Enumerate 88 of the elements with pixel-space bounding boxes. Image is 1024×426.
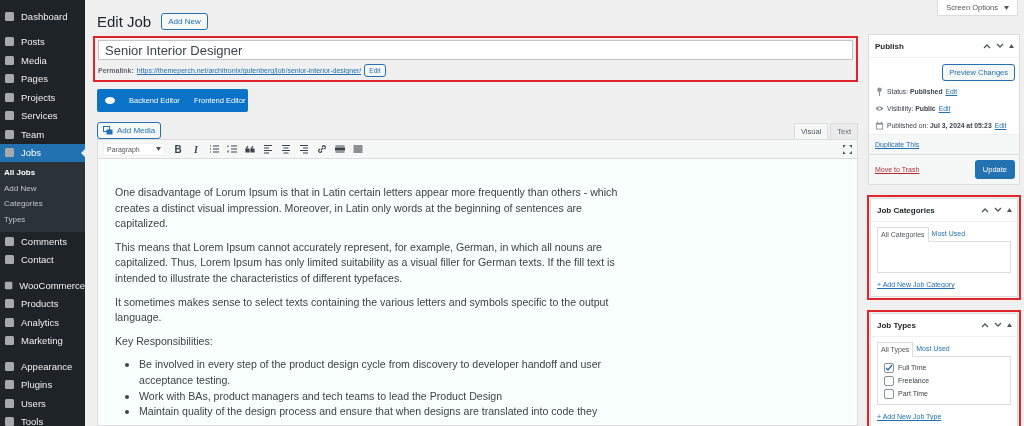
eye-icon	[875, 104, 884, 113]
sidebar-item[interactable]: Pages	[0, 69, 85, 88]
move-down-icon[interactable]	[994, 322, 1002, 328]
list-item: Work with BAs, product managers and tech teams to lead the Product Design	[139, 388, 503, 404]
collapse-icon[interactable]	[1007, 208, 1012, 212]
move-up-icon[interactable]	[981, 322, 989, 328]
move-up-icon[interactable]	[983, 43, 991, 49]
square-icon	[4, 147, 15, 159]
bold-button[interactable]: B	[173, 143, 183, 155]
checkbox[interactable]	[884, 375, 894, 386]
submenu-item[interactable]: Categories	[0, 196, 85, 212]
sidebar-item[interactable]: Plugins	[0, 375, 85, 394]
editor-content[interactable]	[97, 159, 858, 426]
sidebar-item[interactable]: Team	[0, 125, 85, 144]
square-icon	[4, 316, 15, 328]
square-icon	[4, 110, 15, 122]
fullscreen-icon[interactable]	[843, 144, 852, 154]
calendar-icon	[875, 121, 884, 130]
submenu-item[interactable]: Types	[0, 211, 85, 227]
cloud-icon	[105, 97, 115, 104]
sidebar-item[interactable]: Products	[0, 294, 85, 313]
submenu-item[interactable]: Add New	[0, 180, 85, 196]
sidebar-item[interactable]: Projects	[0, 88, 85, 107]
checkbox[interactable]	[884, 362, 894, 373]
square-icon	[4, 397, 15, 409]
add-media-button[interactable]: Add Media	[97, 122, 162, 139]
sidebar-item[interactable]: Users	[0, 394, 85, 413]
square-icon	[4, 235, 15, 247]
numbered-list-icon[interactable]	[227, 144, 237, 154]
sidebar-item[interactable]: Analytics	[0, 313, 85, 332]
square-icon	[4, 360, 15, 372]
square-icon	[4, 36, 15, 48]
sidebar-item[interactable]: Tools	[0, 412, 85, 426]
quote-icon[interactable]	[245, 144, 255, 154]
square-icon	[4, 379, 15, 391]
sidebar-item[interactable]: Marketing	[0, 331, 85, 350]
caret-icon	[156, 147, 161, 151]
bullet-list-icon[interactable]	[209, 144, 219, 154]
box-title: Job Types	[877, 320, 916, 330]
sidebar-item[interactable]: Comments	[0, 232, 85, 251]
add-new-button[interactable]: Add New	[161, 12, 208, 30]
sidebar-item[interactable]: Media	[0, 51, 85, 70]
collapse-icon[interactable]	[1009, 44, 1014, 48]
sidebar-item[interactable]: Jobs	[0, 143, 85, 162]
square-icon	[4, 91, 15, 103]
paragraph: One disadvantage of Lorum Ipsum is that in Latin certain letters appear more frequently than others - which creates a distinct visual impression. Moreover, in Latin only words at the beginning of sentences are capitalized.	[115, 185, 619, 232]
media-icon	[103, 126, 113, 135]
caret-icon	[1004, 5, 1009, 10]
align-left-icon[interactable]	[263, 144, 273, 154]
page-title: Edit Job	[97, 12, 152, 30]
align-right-icon[interactable]	[299, 144, 309, 154]
link-icon[interactable]	[317, 144, 327, 154]
sidebar-item[interactable]: Appearance	[0, 357, 85, 376]
list-item: Be involved in every step of the product design cycle from discovery to developer handoff and user acceptance testing.	[139, 357, 603, 388]
sidebar-item[interactable]: Posts	[0, 32, 85, 51]
read-more-icon[interactable]	[335, 144, 345, 154]
toolbar-toggle-icon[interactable]	[353, 144, 363, 154]
square-icon	[4, 128, 15, 140]
submenu-item[interactable]: All Jobs	[0, 165, 85, 181]
box-title: Publish	[875, 41, 904, 51]
paragraph: This means that Lorem Ipsum cannot accurately represent, for example, German, in which all nouns are capitalized. Thus, Lorem Ipsum has only limited suitability as a visual filler for German texts. If the fill text is intended to illustrate the characteristics of different typefaces.	[115, 239, 616, 286]
align-center-icon[interactable]	[281, 144, 291, 154]
move-down-icon[interactable]	[994, 207, 1002, 213]
square-icon	[4, 335, 15, 347]
sidebar-item[interactable]: WooCommerce	[0, 276, 85, 295]
bullet-icon	[125, 410, 129, 415]
paragraph: It sometimes makes sense to select texts containing the various letters and symbols specific to the output language.	[115, 294, 610, 326]
box-title: Job Categories	[877, 205, 935, 215]
square-icon	[4, 10, 15, 22]
bullet-icon	[125, 363, 129, 368]
checkbox[interactable]	[884, 388, 894, 399]
sidebar-item[interactable]: Services	[0, 106, 85, 125]
move-up-icon[interactable]	[981, 207, 989, 213]
square-icon	[4, 254, 15, 266]
square-icon	[4, 73, 15, 85]
sidebar-item[interactable]: Contact	[0, 250, 85, 269]
paragraph: Key Responsibilities:	[115, 333, 214, 349]
square-icon	[4, 298, 15, 310]
italic-button[interactable]: I	[191, 143, 201, 155]
pin-icon	[875, 87, 884, 96]
move-down-icon[interactable]	[996, 43, 1004, 49]
sidebar-item[interactable]: Dashboard	[0, 7, 85, 26]
square-icon	[4, 279, 14, 291]
list-item: Maintain quality of the design process and ensure that when designs are translated into code they	[139, 404, 598, 420]
square-icon	[4, 54, 15, 66]
collapse-icon[interactable]	[1007, 323, 1012, 327]
bullet-icon	[125, 394, 129, 399]
title-field[interactable]: Senior Interior Designer	[98, 40, 853, 60]
